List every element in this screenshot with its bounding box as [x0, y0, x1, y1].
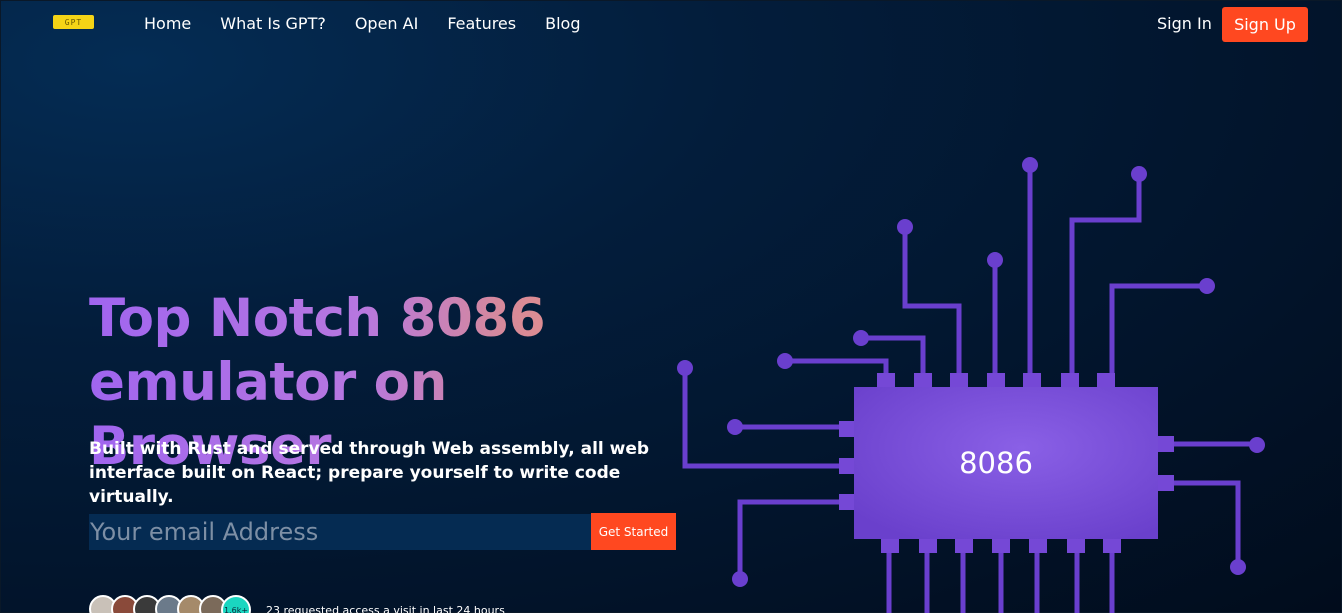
sign-in-link[interactable]: Sign In	[1157, 14, 1212, 33]
nav-link-blog[interactable]: Blog	[545, 14, 580, 33]
nav-link-open-ai[interactable]: Open AI	[355, 14, 418, 33]
nav-link-home[interactable]: Home	[144, 14, 191, 33]
nav-link-what-is-gpt[interactable]: What Is GPT?	[220, 14, 326, 33]
access-text: 23 requested access a visit in last 24 h…	[266, 604, 505, 613]
hero-subtext: Built with Rust and served through Web a…	[89, 439, 650, 507]
email-input[interactable]	[89, 514, 591, 550]
chip-label: 8086	[959, 446, 1033, 480]
navbar: GPT Home What Is GPT? Open AI Features B…	[1, 1, 1342, 47]
sign-up-button[interactable]: Sign Up	[1222, 7, 1308, 42]
nav-link-features[interactable]: Features	[447, 14, 516, 33]
cpu-chip-illustration: 8086	[671, 151, 1342, 613]
nav-links: Home What Is GPT? Open AI Features Blog	[144, 14, 609, 33]
get-started-button[interactable]: Get Started	[591, 513, 676, 550]
avatar-count-badge: 1.6k+	[221, 595, 251, 613]
logo-icon[interactable]: GPT	[53, 15, 94, 29]
